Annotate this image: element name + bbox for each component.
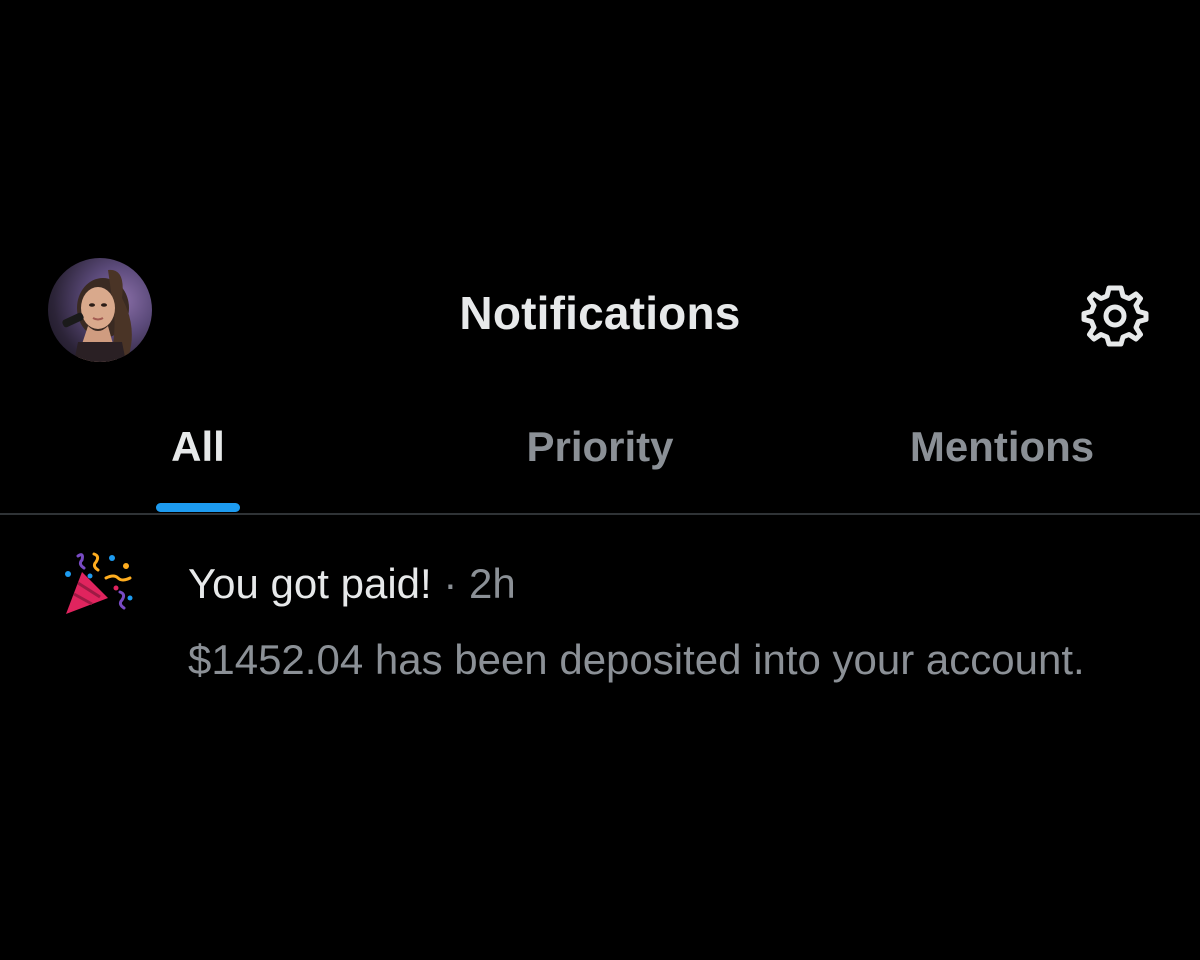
- top-bar: Notifications: [0, 250, 1200, 370]
- tab-label: All: [171, 423, 225, 470]
- gear-icon[interactable]: [1080, 280, 1150, 350]
- notification-header: You got paid! · 2h: [188, 560, 516, 608]
- tab-priority[interactable]: Priority: [480, 415, 720, 515]
- tab-mentions[interactable]: Mentions: [880, 415, 1124, 515]
- tab-divider: [0, 513, 1200, 515]
- tab-bar: All Priority Mentions: [0, 415, 1200, 515]
- notification-item[interactable]: You got paid! · 2h $1452.04 has been dep…: [0, 530, 1200, 750]
- notification-body: $1452.04 has been deposited into your ac…: [188, 636, 1085, 683]
- party-popper-icon: [60, 548, 136, 624]
- notification-title: You got paid!: [188, 560, 432, 607]
- page-title: Notifications: [459, 287, 741, 339]
- notification-time: 2h: [469, 560, 516, 607]
- separator-dot: ·: [443, 560, 458, 607]
- active-tab-indicator: [156, 503, 240, 512]
- tab-all[interactable]: All: [98, 415, 298, 515]
- tab-label: Priority: [526, 423, 674, 470]
- tab-label: Mentions: [909, 423, 1095, 470]
